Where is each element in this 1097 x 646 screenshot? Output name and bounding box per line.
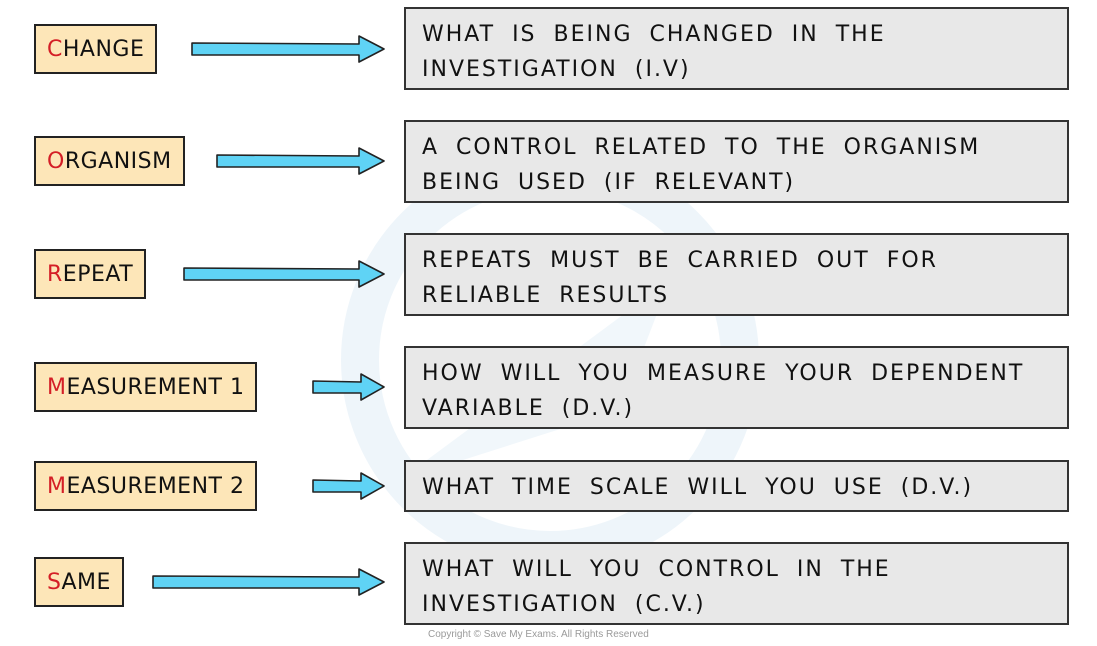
term-box-change: C HANGE [34, 24, 158, 74]
term-rest: EASUREMENT 2 [66, 473, 245, 499]
copyright-notice: Copyright © Save My Exams. All Rights Re… [428, 629, 649, 640]
right-arrow-icon [191, 35, 386, 63]
term-first-letter: M [47, 374, 67, 400]
term-first-letter: M [47, 473, 67, 499]
term-box-same: S AME [34, 557, 124, 607]
term-first-letter: S [47, 569, 62, 595]
term-first-letter: C [47, 36, 63, 62]
description-box-measurement-1: HOW WILL YOU MEASURE YOUR DEPENDENT VARI… [404, 346, 1069, 429]
right-arrow-icon [312, 472, 386, 500]
description-box-measurement-2: WHAT TIME SCALE WILL YOU USE (D.V.) [404, 460, 1069, 512]
term-box-measurement-1: M EASUREMENT 1 [34, 362, 258, 412]
right-arrow-icon [312, 373, 386, 401]
right-arrow-icon [183, 260, 386, 288]
term-rest: AME [61, 569, 111, 595]
term-rest: EASUREMENT 1 [66, 374, 245, 400]
description-box-same: WHAT WILL YOU CONTROL IN THE INVESTIGATI… [404, 542, 1069, 625]
term-first-letter: O [47, 148, 65, 174]
term-box-measurement-2: M EASUREMENT 2 [34, 461, 258, 511]
description-box-repeat: REPEATS MUST BE CARRIED OUT FOR RELIABLE… [404, 233, 1069, 316]
right-arrow-icon [152, 568, 386, 596]
description-box-organism: A CONTROL RELATED TO THE ORGANISM BEING … [404, 120, 1069, 203]
term-rest: HANGE [62, 36, 145, 62]
term-rest: EPEAT [62, 261, 134, 287]
term-first-letter: R [47, 261, 63, 287]
term-box-organism: O RGANISM [34, 136, 185, 186]
description-box-change: WHAT IS BEING CHANGED IN THE INVESTIGATI… [404, 7, 1069, 90]
term-box-repeat: R EPEAT [34, 249, 147, 299]
term-rest: RGANISM [64, 148, 172, 174]
right-arrow-icon [216, 147, 386, 175]
